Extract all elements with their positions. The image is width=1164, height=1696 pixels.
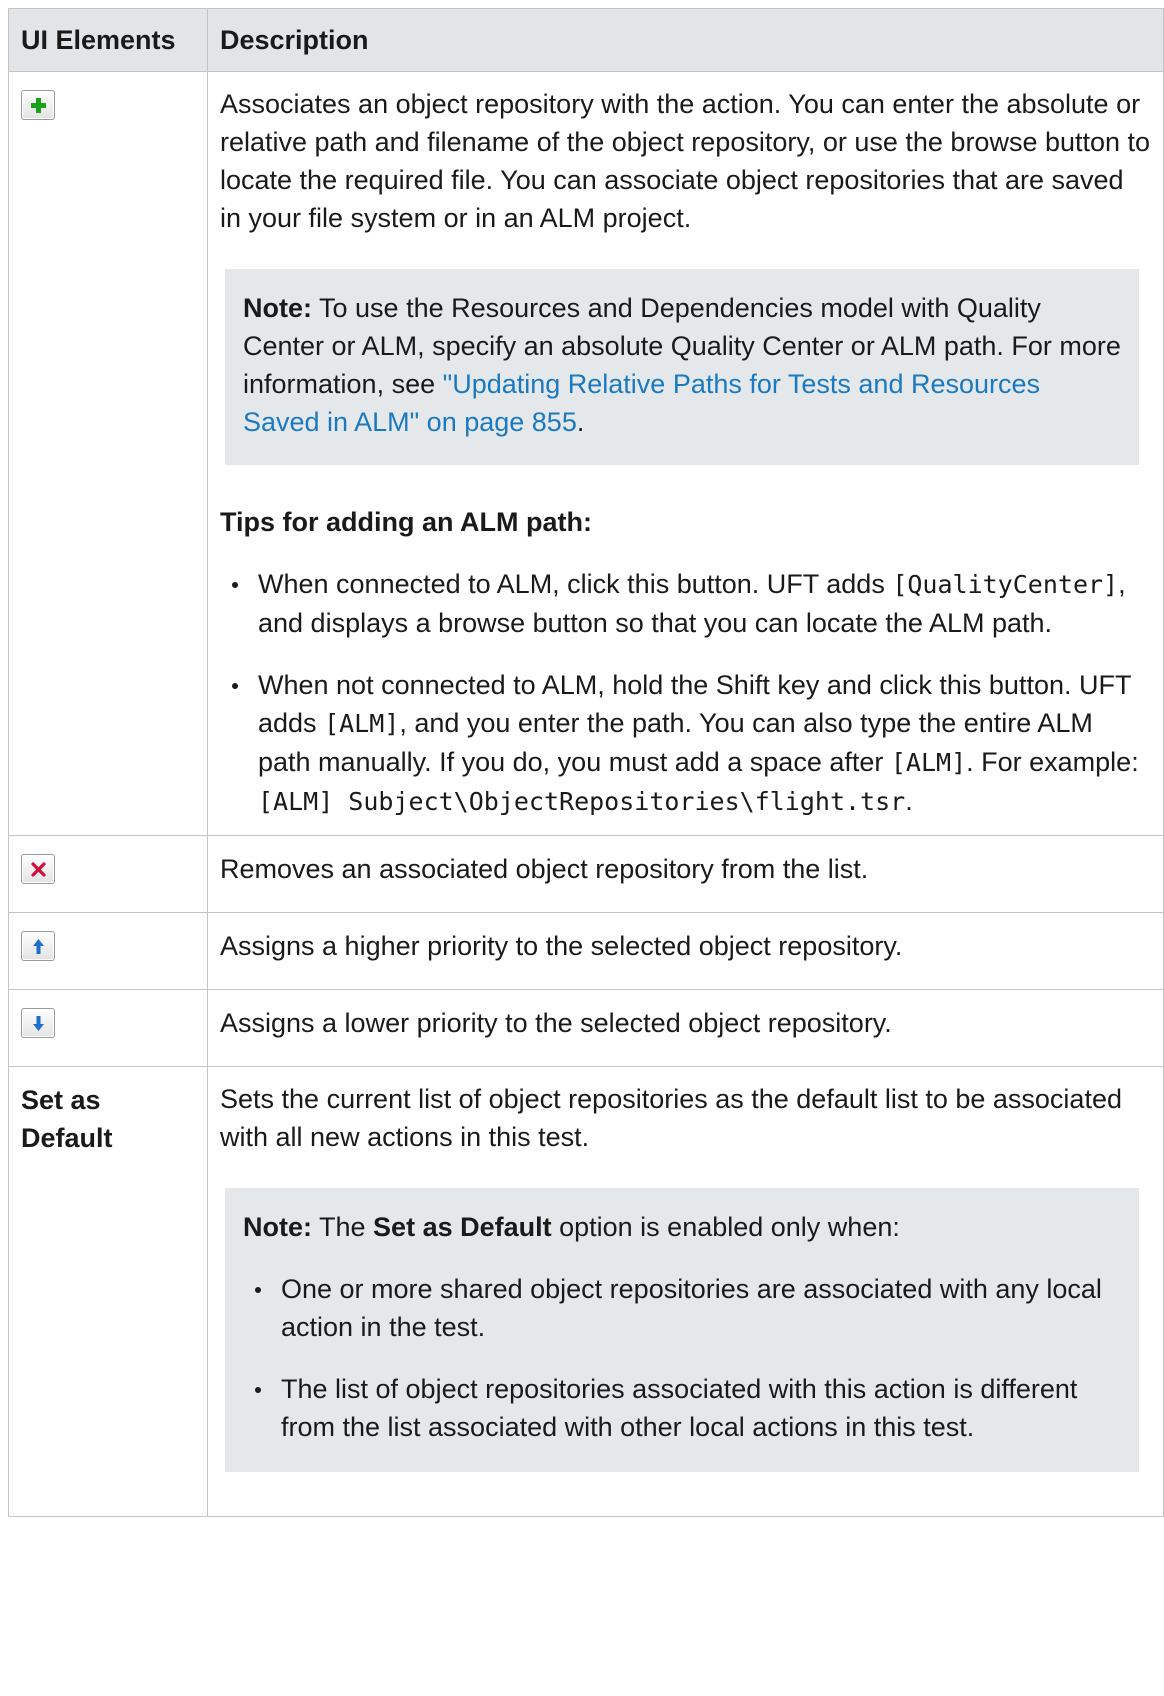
down-description: Assigns a lower priority to the selected… [220, 1008, 892, 1038]
note-text-pre: The [312, 1212, 374, 1242]
table-row: Removes an associated object repository … [8, 835, 1164, 913]
add-description: Associates an object repository with the… [220, 89, 1151, 233]
table-row: Assigns a higher priority to the selecte… [8, 912, 1164, 990]
arrow-down-icon [33, 1016, 44, 1031]
note-label: Note: [243, 293, 312, 323]
table-header-row: UI Elements Description [8, 8, 1164, 72]
note-box: Note: To use the Resources and Dependenc… [225, 269, 1139, 465]
description-cell: Removes an associated object repository … [207, 835, 1164, 913]
list-item: When connected to ALM, click this button… [220, 565, 1151, 642]
ui-element-cell [8, 989, 208, 1067]
description-cell: Assigns a lower priority to the selected… [207, 989, 1164, 1067]
header-ui-elements: UI Elements [8, 8, 208, 72]
description-cell: Assigns a higher priority to the selecte… [207, 912, 1164, 990]
arrow-up-icon [33, 939, 44, 954]
table-row: Assigns a lower priority to the selected… [8, 989, 1164, 1067]
add-icon [31, 98, 46, 113]
header-description: Description [207, 8, 1164, 72]
tips-list: When connected to ALM, click this button… [220, 565, 1151, 821]
ui-elements-table: UI Elements Description Associates an ob… [8, 8, 1164, 1517]
set-as-default-label: Set as Default [21, 1085, 113, 1153]
code-example-path: [ALM] Subject\ObjectRepositories\flight.… [258, 787, 906, 816]
ui-element-cell [8, 912, 208, 990]
table-row: Set as Default Sets the current list of … [8, 1066, 1164, 1517]
note-paragraph: Note: To use the Resources and Dependenc… [243, 289, 1123, 441]
note-bold-option: Set as Default [373, 1212, 552, 1242]
conditions-list: One or more shared object repositories a… [243, 1270, 1123, 1446]
ui-element-cell [8, 835, 208, 913]
note-box: Note: The Set as Default option is enabl… [225, 1188, 1139, 1472]
up-description: Assigns a higher priority to the selecte… [220, 931, 903, 961]
tips-title: Tips for adding an ALM path: [220, 507, 592, 537]
description-cell: Associates an object repository with the… [207, 71, 1164, 836]
note-label: Note: [243, 1212, 312, 1242]
tip2-text-c: . For example: [966, 747, 1139, 777]
code-quality-center: [QualityCenter] [892, 570, 1119, 599]
list-item: The list of object repositories associat… [243, 1370, 1123, 1446]
tip2-text-d: . [905, 786, 913, 816]
add-button[interactable] [21, 90, 55, 120]
tip1-text-a: When connected to ALM, click this button… [258, 569, 893, 599]
ui-element-cell: Set as Default [8, 1066, 208, 1517]
remove-icon [31, 862, 46, 877]
move-up-button[interactable] [21, 931, 55, 961]
remove-description: Removes an associated object repository … [220, 854, 869, 884]
remove-button[interactable] [21, 854, 55, 884]
default-description: Sets the current list of object reposito… [220, 1084, 1122, 1152]
note-text-post: option is enabled only when: [551, 1212, 900, 1242]
ui-element-cell [8, 71, 208, 836]
note-end: . [576, 407, 585, 437]
description-cell: Sets the current list of object reposito… [207, 1066, 1164, 1517]
table-row: Associates an object repository with the… [8, 71, 1164, 836]
code-alm: [ALM] [890, 748, 967, 777]
list-item: When not connected to ALM, hold the Shif… [220, 666, 1151, 821]
note-paragraph: Note: The Set as Default option is enabl… [243, 1208, 1123, 1246]
list-item: One or more shared object repositories a… [243, 1270, 1123, 1346]
code-alm: [ALM] [324, 709, 400, 738]
move-down-button[interactable] [21, 1008, 55, 1038]
